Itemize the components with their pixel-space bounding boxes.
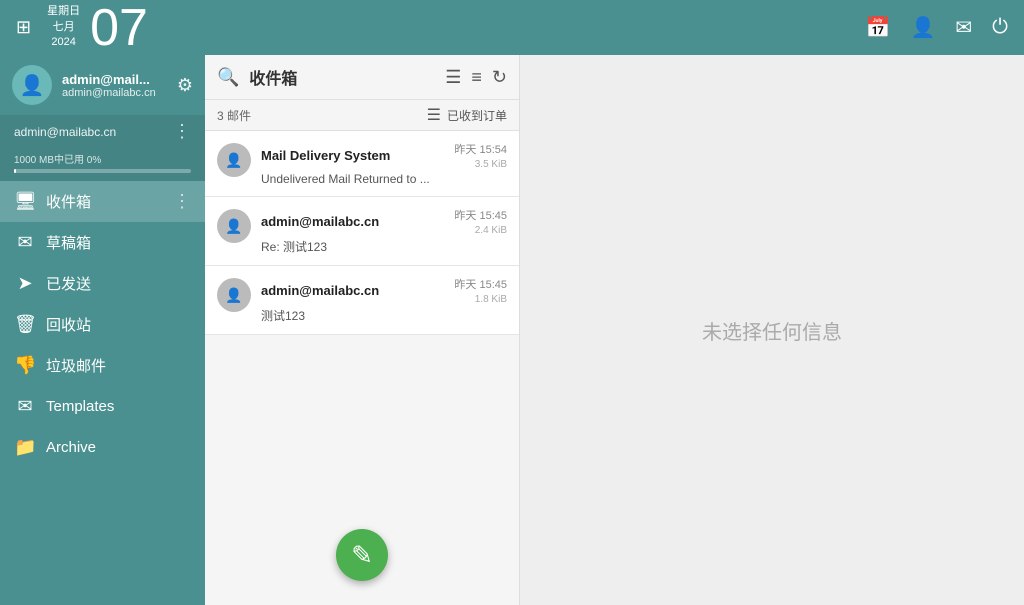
spam-icon: 👎	[14, 355, 36, 376]
account-row: admin@mailabc.cn ⋮	[0, 115, 205, 148]
no-message-label: 未选择任何信息	[702, 316, 842, 345]
avatar: 👤	[217, 143, 251, 177]
email-size: 3.5 KiB	[475, 159, 507, 170]
sort-order-icon[interactable]: ☰	[427, 105, 441, 125]
header-right: 📅 👤 ✉ ⏻	[866, 15, 1008, 40]
email-subject: Re: 测试123	[261, 238, 507, 255]
sidebar-item-sent[interactable]: ➤ 已发送	[0, 263, 205, 304]
sidebar-item-archive[interactable]: 📁 Archive	[0, 427, 205, 468]
compose-button[interactable]: ✎	[336, 529, 388, 581]
email-sender: admin@mailabc.cn	[261, 214, 379, 229]
table-row[interactable]: 👤 admin@mailabc.cn 昨天 15:45 1.8 KiB 测试12…	[205, 266, 519, 335]
email-subject: 测试123	[261, 307, 507, 324]
email-time: 昨天 15:54	[454, 141, 507, 157]
month-label: 七月	[47, 20, 80, 35]
detail-pane: 未选择任何信息	[520, 55, 1024, 605]
avatar: 👤	[217, 278, 251, 312]
sent-icon: ➤	[14, 273, 36, 294]
archive-icon: 📁	[14, 437, 36, 458]
email-content: Mail Delivery System 昨天 15:54 3.5 KiB Un…	[261, 141, 507, 186]
account-more-icon[interactable]: ⋮	[173, 121, 191, 142]
refresh-icon[interactable]: ↻	[492, 67, 507, 88]
sidebar-item-spam[interactable]: 👎 垃圾邮件	[0, 345, 205, 386]
sidebar-item-drafts[interactable]: ✉ 草稿箱	[0, 222, 205, 263]
email-subject: Undelivered Mail Returned to ...	[261, 172, 507, 186]
storage-bar-wrap: 1000 MB中已用 0%	[0, 148, 205, 181]
trash-label: 回收站	[46, 314, 191, 335]
folder-title: 收件箱	[249, 65, 435, 89]
power-icon[interactable]: ⏻	[992, 16, 1008, 39]
mail-icon[interactable]: ✉	[955, 15, 972, 40]
inbox-label: 收件箱	[46, 191, 163, 212]
sort-bar: 3 邮件 ☰ 已收到订单	[205, 100, 519, 131]
sort-icon[interactable]: ≡	[471, 67, 482, 88]
datetime-lines: 星期日 七月 2024	[47, 4, 80, 50]
email-content: admin@mailabc.cn 昨天 15:45 1.8 KiB 测试123	[261, 276, 507, 324]
trash-icon: 🗑	[14, 314, 36, 335]
sent-label: 已发送	[46, 273, 191, 294]
templates-label: Templates	[46, 398, 191, 415]
header-left: ⊞ 星期日 七月 2024 07	[16, 2, 148, 54]
year-label: 2024	[47, 35, 80, 50]
templates-icon: ✉	[14, 396, 36, 417]
email-header-row: Mail Delivery System 昨天 15:54 3.5 KiB	[261, 141, 507, 170]
storage-bar-bg	[14, 169, 191, 173]
table-row[interactable]: 👤 admin@mailabc.cn 昨天 15:45 2.4 KiB Re: …	[205, 197, 519, 266]
contacts-icon[interactable]: 👤	[911, 15, 936, 40]
email-time: 昨天 15:45	[454, 207, 507, 223]
email-right: 昨天 15:45 1.8 KiB	[454, 276, 507, 305]
drafts-label: 草稿箱	[46, 232, 191, 253]
user-email: admin@mail...	[62, 72, 167, 87]
storage-label: 1000 MB中已用 0%	[14, 151, 191, 166]
day-number: 07	[90, 2, 148, 54]
top-header: ⊞ 星期日 七月 2024 07 📅 👤 ✉ ⏻	[0, 0, 1024, 55]
email-right: 昨天 15:54 3.5 KiB	[454, 141, 507, 170]
email-count: 3 邮件	[217, 107, 251, 124]
sidebar: 👤 admin@mail... admin@mailabc.cn ⚙ admin…	[0, 55, 205, 605]
sort-label[interactable]: 已收到订单	[447, 107, 507, 124]
email-toolbar: 🔍 收件箱 ☰ ≡ ↻	[205, 55, 519, 100]
drafts-icon: ✉	[14, 232, 36, 253]
search-icon[interactable]: 🔍	[217, 67, 239, 88]
email-time: 昨天 15:45	[454, 276, 507, 292]
weekday-label: 星期日	[47, 4, 80, 19]
email-header-row: admin@mailabc.cn 昨天 15:45 2.4 KiB	[261, 207, 507, 236]
sidebar-item-trash[interactable]: 🗑 回收站	[0, 304, 205, 345]
calendar-icon[interactable]: 📅	[866, 15, 891, 40]
user-info: admin@mail... admin@mailabc.cn	[62, 72, 167, 99]
sidebar-item-templates[interactable]: ✉ Templates	[0, 386, 205, 427]
user-email-sub: admin@mailabc.cn	[62, 87, 167, 99]
filter-icon[interactable]: ☰	[445, 67, 461, 88]
archive-label: Archive	[46, 439, 191, 456]
sidebar-item-inbox[interactable]: 🖥 收件箱 ⋮	[0, 181, 205, 222]
email-list-pane: 🔍 收件箱 ☰ ≡ ↻ 3 邮件 ☰ 已收到订单 👤 Mail Delivery…	[205, 55, 520, 605]
compose-icon: ✎	[351, 540, 373, 571]
email-size: 1.8 KiB	[475, 294, 507, 305]
avatar: 👤	[217, 209, 251, 243]
expand-icon[interactable]: ⊞	[16, 17, 31, 38]
gear-icon[interactable]: ⚙	[177, 75, 193, 96]
email-sender: Mail Delivery System	[261, 148, 390, 163]
email-content: admin@mailabc.cn 昨天 15:45 2.4 KiB Re: 测试…	[261, 207, 507, 255]
sidebar-user: 👤 admin@mail... admin@mailabc.cn ⚙	[0, 55, 205, 115]
email-header-row: admin@mailabc.cn 昨天 15:45 1.8 KiB	[261, 276, 507, 305]
datetime-block: 星期日 七月 2024 07	[47, 2, 148, 54]
table-row[interactable]: 👤 Mail Delivery System 昨天 15:54 3.5 KiB …	[205, 131, 519, 197]
storage-bar-fill	[14, 169, 16, 173]
email-sender: admin@mailabc.cn	[261, 283, 379, 298]
spam-label: 垃圾邮件	[46, 355, 191, 376]
email-size: 2.4 KiB	[475, 225, 507, 236]
avatar: 👤	[12, 65, 52, 105]
main-layout: 👤 admin@mail... admin@mailabc.cn ⚙ admin…	[0, 55, 1024, 605]
email-right: 昨天 15:45 2.4 KiB	[454, 207, 507, 236]
account-name-label: admin@mailabc.cn	[14, 125, 116, 139]
inbox-more-icon[interactable]: ⋮	[173, 191, 191, 212]
inbox-icon: 🖥	[14, 191, 36, 212]
